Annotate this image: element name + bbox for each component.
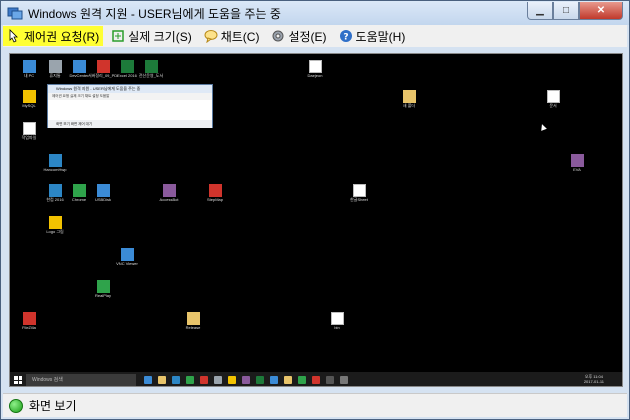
actual-size-icon bbox=[112, 30, 124, 42]
desktop-icon[interactable]: FileZilla bbox=[14, 312, 44, 330]
document-icon bbox=[352, 184, 366, 197]
help-icon: ? bbox=[339, 30, 352, 43]
minimize-button[interactable]: ▁ bbox=[527, 2, 553, 20]
desktop-icon[interactable]: 한컴 2016 bbox=[40, 184, 70, 202]
excel-icon bbox=[144, 60, 158, 73]
help-button[interactable]: ? 도움말(H) bbox=[335, 26, 410, 46]
request-control-button[interactable]: 제어권 요청(R) bbox=[3, 26, 104, 46]
taskbar-app-icon[interactable] bbox=[186, 376, 194, 384]
actual-size-label: 실제 크기(S) bbox=[128, 29, 192, 44]
remote-clock: 오후 11:04 2017-01-11 bbox=[583, 374, 604, 384]
pdf-icon bbox=[96, 60, 110, 73]
app-icon bbox=[22, 90, 36, 103]
settings-label: 설정(E) bbox=[288, 29, 327, 44]
taskbar-app-icon[interactable] bbox=[242, 376, 250, 384]
desktop-icon[interactable]: RealPlay bbox=[88, 280, 118, 298]
settings-icon bbox=[272, 30, 284, 42]
hwp-icon bbox=[48, 154, 62, 167]
window-title: Windows 원격 지원 - USER님에게 도움을 주는 중 bbox=[28, 6, 281, 21]
desktop-icon[interactable]: 한글Sheet bbox=[344, 184, 374, 202]
filezilla-icon bbox=[22, 312, 36, 325]
app-icon bbox=[96, 184, 110, 197]
nested-window-title: Windows 원격 지원 - USER님에게 도움을 주는 중 bbox=[48, 85, 212, 93]
request-control-label: 제어권 요청(R) bbox=[24, 29, 100, 44]
help-label: 도움말(H) bbox=[355, 29, 406, 44]
desktop-icon[interactable]: StepMap bbox=[200, 184, 230, 202]
remote-cursor-icon bbox=[539, 123, 547, 131]
chat-button[interactable]: 채트(C) bbox=[200, 26, 264, 46]
desktop-icon[interactable]: HancomHwp bbox=[40, 154, 70, 172]
desktop-icon[interactable]: Logo 그림 bbox=[40, 216, 70, 234]
desktop-icon[interactable]: Release bbox=[178, 312, 208, 330]
app-icon bbox=[96, 280, 110, 293]
remote-taskbar: Windows 검색 오후 11:04 2017-01-11 bbox=[10, 372, 622, 386]
taskbar-app-icon[interactable] bbox=[312, 376, 320, 384]
app-icon bbox=[48, 216, 62, 229]
chrome-icon bbox=[72, 184, 86, 197]
desktop-icon[interactable]: 새 폴더 bbox=[394, 90, 424, 108]
remote-assistance-icon bbox=[7, 7, 23, 20]
document-icon bbox=[330, 312, 344, 325]
windows-start-icon[interactable] bbox=[14, 376, 22, 384]
computer-icon bbox=[22, 60, 36, 73]
taskbar-app-icon[interactable] bbox=[256, 376, 264, 384]
taskbar-app-icon[interactable] bbox=[340, 376, 348, 384]
connected-status-icon bbox=[9, 398, 23, 413]
settings-button[interactable]: 설정(E) bbox=[267, 26, 330, 46]
remote-assistance-window: Windows 원격 지원 - USER님에게 도움을 주는 중 ▁ □ ✕ 제… bbox=[0, 0, 630, 420]
close-button[interactable]: ✕ bbox=[579, 2, 623, 20]
nested-window-status: 화면 보기 화면 제어 대기 bbox=[48, 120, 212, 128]
taskbar-app-icon[interactable] bbox=[228, 376, 236, 384]
status-label: 화면 보기 bbox=[29, 399, 77, 413]
document-icon bbox=[308, 60, 322, 73]
chat-label: 채트(C) bbox=[220, 29, 260, 44]
desktop-icon[interactable]: USBDisk bbox=[88, 184, 118, 202]
excel-icon bbox=[120, 60, 134, 73]
desktop-icon[interactable]: Daejeon bbox=[300, 60, 330, 78]
desktop-icon[interactable]: bin bbox=[322, 312, 352, 330]
desktop-icon[interactable]: VNC Viewer bbox=[112, 248, 142, 266]
hwp-icon bbox=[48, 184, 62, 197]
remote-search-box[interactable]: Windows 검색 bbox=[26, 374, 136, 386]
title-bar: Windows 원격 지원 - USER님에게 도움을 주는 중 ▁ □ ✕ bbox=[1, 1, 629, 25]
taskbar-app-icon[interactable] bbox=[214, 376, 222, 384]
desktop-icon[interactable]: 작업파일 bbox=[14, 122, 44, 140]
status-bar: 화면 보기 bbox=[3, 393, 627, 417]
desktop-icon[interactable]: MySQL bbox=[14, 90, 44, 108]
remote-desktop-view[interactable]: 내 PC 휴지통 DevCenter 서버정리_09_PDF Excel 201… bbox=[9, 53, 623, 387]
folder-icon bbox=[402, 90, 416, 103]
desktop-icon[interactable]: 문서 bbox=[538, 90, 568, 108]
app-icon bbox=[72, 60, 86, 73]
taskbar-app-icon[interactable] bbox=[158, 376, 166, 384]
folder-icon bbox=[186, 312, 200, 325]
nested-window-toolbar: 제어권 요청 실제 크기 채트 설정 도움말 bbox=[48, 93, 212, 100]
taskbar-app-icon[interactable] bbox=[284, 376, 292, 384]
desktop-icon[interactable]: AccessBot bbox=[154, 184, 184, 202]
desktop-icon[interactable]: EVA bbox=[562, 154, 592, 172]
taskbar-app-icon[interactable] bbox=[200, 376, 208, 384]
taskbar-app-icon[interactable] bbox=[326, 376, 334, 384]
maximize-button[interactable]: □ bbox=[553, 2, 579, 20]
nested-remote-window[interactable]: Windows 원격 지원 - USER님에게 도움을 주는 중 제어권 요청 … bbox=[47, 84, 213, 128]
taskbar-app-icon[interactable] bbox=[144, 376, 152, 384]
app-icon bbox=[162, 184, 176, 197]
taskbar-app-icon[interactable] bbox=[270, 376, 278, 384]
svg-text:?: ? bbox=[343, 33, 348, 43]
app-icon bbox=[570, 154, 584, 167]
hand-icon bbox=[9, 29, 18, 43]
desktop-icon[interactable]: 전산운영_도서 bbox=[136, 60, 166, 78]
toolbar: 제어권 요청(R) 실제 크기(S) 채트(C) 설정(E) ? 도움말(H) bbox=[3, 25, 627, 47]
taskbar-app-icon[interactable] bbox=[298, 376, 306, 384]
document-icon bbox=[22, 122, 36, 135]
app-icon bbox=[120, 248, 134, 261]
chat-icon bbox=[204, 30, 218, 43]
taskbar-app-icon[interactable] bbox=[172, 376, 180, 384]
actual-size-button[interactable]: 실제 크기(S) bbox=[107, 26, 196, 46]
recycle-bin-icon bbox=[48, 60, 62, 73]
document-icon bbox=[546, 90, 560, 103]
app-icon bbox=[208, 184, 222, 197]
